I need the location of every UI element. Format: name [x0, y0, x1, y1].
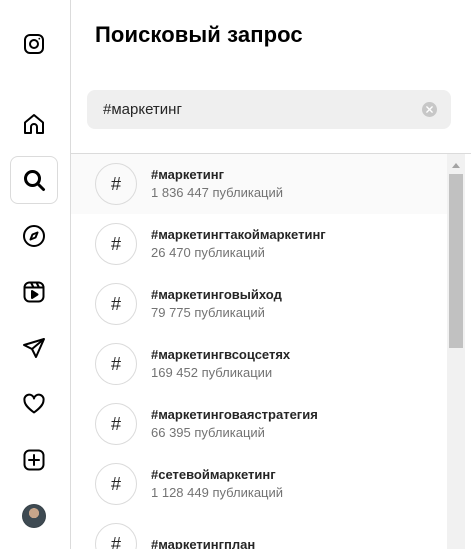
result-tag: #маркетинговаястратегия [151, 407, 318, 422]
result-tag: #маркетинговыйход [151, 287, 282, 302]
result-count: 1 836 447 публикаций [151, 185, 284, 200]
scrollbar[interactable] [447, 154, 465, 549]
result-count: 1 128 449 публикаций [151, 485, 284, 500]
search-panel: Поисковый запрос # #маркетинг 1 836 447 … [71, 0, 471, 549]
avatar [22, 504, 46, 528]
result-item[interactable]: # #сетевоймаркетинг 1 128 449 публикаций [71, 454, 447, 514]
result-tag: #сетевоймаркетинг [151, 467, 276, 482]
reels-icon[interactable] [10, 268, 58, 316]
search-input[interactable] [87, 90, 417, 129]
search-icon[interactable] [10, 156, 58, 204]
result-tag: #маркетингтакоймаркетинг [151, 227, 326, 242]
home-icon[interactable] [10, 100, 58, 148]
scrollbar-thumb[interactable] [449, 174, 463, 348]
notifications-heart-icon[interactable] [10, 380, 58, 428]
result-item[interactable]: # #маркетинг 1 836 447 публикаций [71, 154, 447, 214]
result-count: 66 395 публикаций [151, 425, 265, 440]
create-post-icon[interactable] [10, 436, 58, 484]
hashtag-icon: # [95, 343, 137, 385]
page-title: Поисковый запрос [95, 22, 303, 47]
search-results-list: # #маркетинг 1 836 447 публикаций # #мар… [71, 154, 447, 549]
result-item[interactable]: # #маркетингвсоцсетях 169 452 публикации [71, 334, 447, 394]
result-tag: #маркетингплан [151, 536, 256, 549]
result-count: 26 470 публикаций [151, 245, 265, 260]
result-item[interactable]: # #маркетингтакоймаркетинг 26 470 публик… [71, 214, 447, 274]
clear-icon[interactable] [422, 102, 437, 117]
direct-messages-icon[interactable] [10, 324, 58, 372]
explore-icon[interactable] [10, 212, 58, 260]
hashtag-icon: # [95, 463, 137, 505]
result-count: 79 775 публикаций [151, 305, 265, 320]
result-count: 169 452 публикации [151, 365, 273, 380]
hashtag-icon: # [95, 223, 137, 265]
result-tag: #маркетингвсоцсетях [151, 347, 291, 362]
result-tag: #маркетинг [151, 167, 225, 182]
hashtag-icon: # [95, 523, 137, 549]
hashtag-icon: # [95, 403, 137, 445]
hashtag-icon: # [95, 283, 137, 325]
result-item[interactable]: # #маркетингплан [71, 514, 447, 549]
nav-rail [0, 0, 71, 549]
scroll-up-arrow-icon[interactable] [447, 158, 465, 172]
instagram-logo-icon[interactable] [10, 20, 58, 68]
profile-avatar[interactable] [10, 492, 58, 540]
result-item[interactable]: # #маркетинговаястратегия 66 395 публика… [71, 394, 447, 454]
search-box [87, 90, 451, 129]
result-item[interactable]: # #маркетинговыйход 79 775 публикаций [71, 274, 447, 334]
hashtag-icon: # [95, 163, 137, 205]
